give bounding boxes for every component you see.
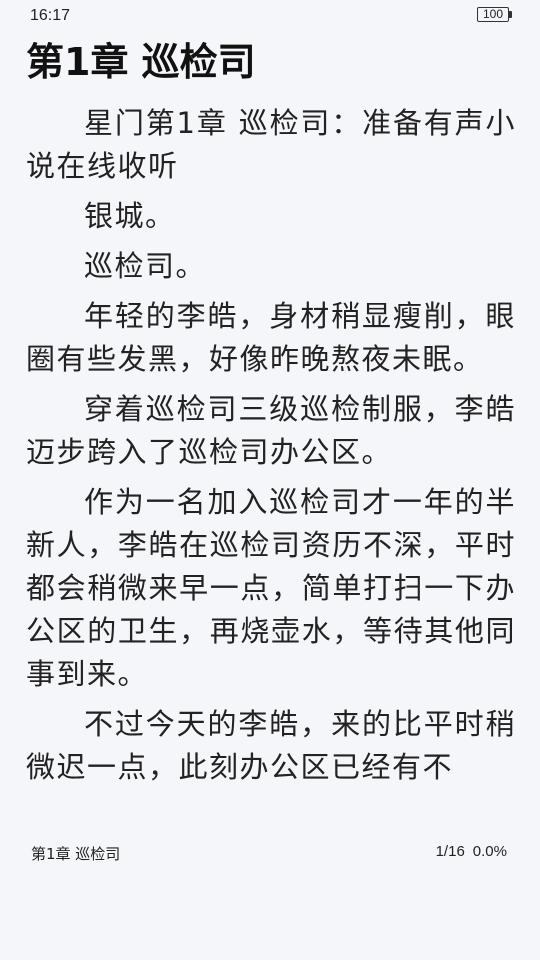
battery-icon: 100 [477, 7, 509, 22]
paragraph: 穿着巡检司三级巡检制服，李皓迈步跨入了巡检司办公区。 [26, 392, 516, 469]
paragraph: 作为一名加入巡检司才一年的半新人，李皓在巡检司资历不深，平时都会稍微来早一点，简… [26, 485, 516, 691]
reading-content[interactable]: 星门第1章 巡检司：准备有声小说在线收听 银城。 巡检司。 年轻的李皓，身材稍显… [26, 102, 516, 796]
status-time: 16:17 [30, 7, 71, 24]
status-bar: 16:17 100 [0, 0, 540, 32]
paragraph: 星门第1章 巡检司：准备有声小说在线收听 [26, 106, 516, 183]
chapter-title: 第1章 巡检司 [26, 40, 256, 84]
progress-percent: 0.0% [472, 843, 507, 860]
footer-chapter-title: 第1章 巡检司 [31, 845, 121, 863]
battery-tip [509, 11, 512, 18]
page-indicator: 1/16 [435, 843, 465, 860]
reader-footer: 第1章 巡检司 1/16 0.0% [0, 840, 540, 866]
paragraph: 巡检司。 [84, 249, 207, 283]
paragraph: 银城。 [84, 199, 176, 233]
reading-progress: 1/16 0.0% [436, 843, 507, 860]
paragraph: 年轻的李皓，身材稍显瘦削，眼圈有些发黑，好像昨晚熬夜未眠。 [26, 299, 516, 376]
paragraph: 不过今天的李皓，来的比平时稍微迟一点，此刻办公区已经有不 [26, 707, 516, 784]
